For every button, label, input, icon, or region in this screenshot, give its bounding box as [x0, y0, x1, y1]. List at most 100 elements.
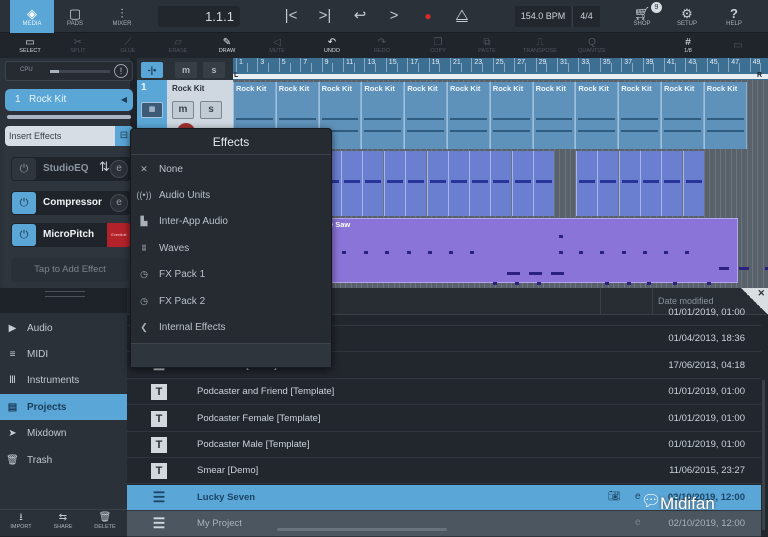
drum-clip[interactable]: Rock Kit — [404, 82, 447, 149]
track-header[interactable]: 1 ▦ Rock Kit m s — [137, 80, 233, 133]
effect-slot[interactable]: ⏻ Compressor e — [11, 191, 131, 215]
project-row[interactable]: ☰ My Project 02/10/2019, 12:00 e — [127, 511, 761, 537]
setup-button[interactable]: ⚙ SETUP — [665, 0, 709, 33]
select-tool[interactable]: ▭ SELECT — [10, 33, 50, 58]
media-button[interactable]: ◈ MEDIA — [10, 0, 54, 33]
bass-clip[interactable] — [597, 151, 618, 216]
category-instruments[interactable]: Ⅲ Instruments — [0, 368, 127, 394]
rewind-to-start-button[interactable]: |< — [280, 5, 302, 27]
help-button[interactable]: ? HELP — [712, 0, 756, 33]
bass-clip[interactable] — [661, 151, 682, 216]
edit-icon[interactable]: e — [110, 160, 128, 178]
bass-clip[interactable] — [533, 151, 554, 216]
edit-icon[interactable]: e — [110, 194, 128, 212]
right-locator[interactable]: R — [757, 72, 762, 79]
effects-menu-item[interactable]: ((•)) Audio Units — [135, 183, 325, 207]
drum-clip[interactable]: Rock Kit — [618, 82, 661, 149]
skip-to-end-button[interactable]: >| — [314, 5, 336, 27]
synth-clip[interactable]: e Saw — [326, 218, 768, 285]
split-tool[interactable]: ✂ SPLIT — [58, 33, 98, 58]
bass-clip[interactable] — [448, 151, 469, 216]
bass-clip[interactable] — [619, 151, 640, 216]
grid-button[interactable]: #1/8 — [668, 33, 708, 58]
global-mute-button[interactable]: m — [175, 62, 197, 78]
bass-clip[interactable] — [427, 151, 448, 216]
drum-clip[interactable]: Rock Kit — [575, 82, 619, 149]
undo-button[interactable]: ↶ UNDO — [312, 33, 352, 58]
bass-clip[interactable] — [341, 151, 362, 216]
effects-menu-item[interactable]: ▙ Inter-App Audio — [135, 210, 325, 234]
resize-grip[interactable] — [45, 291, 85, 297]
position-display[interactable]: 1.1.1 — [158, 6, 240, 27]
power-icon[interactable]: ⏻ — [12, 224, 36, 246]
track-mute-button[interactable]: m — [172, 101, 194, 119]
copy-button[interactable]: ❐ COPY — [418, 33, 458, 58]
erase-tool[interactable]: ▱ ERASE — [158, 33, 198, 58]
track-name-selector[interactable]: 1 Rock Kit ◀ — [5, 89, 133, 111]
loop-button[interactable]: ↩ — [349, 5, 371, 27]
bass-clip[interactable] — [490, 151, 511, 216]
effects-menu-item[interactable]: ✕ None — [135, 157, 325, 181]
transpose-button[interactable]: ⎍ TRANSPOSE — [520, 33, 560, 58]
add-effect-button[interactable]: Tap to Add Effect — [11, 258, 129, 282]
bass-clip[interactable] — [576, 151, 597, 216]
effect-slot[interactable]: ⏻ StudioEQ ⇅ e — [11, 157, 131, 181]
draw-tool[interactable]: ✎ DRAW — [207, 33, 247, 58]
glue-tool[interactable]: ⟋ GLUE — [108, 33, 148, 58]
delete-button[interactable]: 🗑︎ DELETE — [84, 512, 126, 536]
drum-clip[interactable]: Rock Kit — [661, 82, 704, 149]
drum-clip[interactable]: Rock Kit — [532, 82, 576, 149]
reorder-icon[interactable]: ⇅ — [99, 159, 110, 175]
paste-button[interactable]: ⧉ PASTE — [467, 33, 507, 58]
tempo-display[interactable]: 154.0 BPM — [515, 6, 571, 27]
insert-effects-header[interactable]: Insert Effects ⊟ — [5, 126, 133, 146]
mixer-button[interactable]: ⫶ MIXER — [100, 0, 144, 33]
edit-icon[interactable]: e — [635, 517, 641, 528]
category-trash[interactable]: 🗑︎ Trash — [0, 447, 127, 473]
bass-clip[interactable] — [512, 151, 533, 216]
drum-clip[interactable]: Rock Kit — [489, 82, 533, 149]
effects-menu-item[interactable]: ❮ Internal Effects — [135, 315, 325, 339]
quantize-button[interactable]: Q QUANTIZE — [572, 33, 612, 58]
power-icon[interactable]: ⏻ — [12, 192, 36, 214]
project-row[interactable]: T Podcaster Female [Template] 01/01/2019, … — [127, 406, 761, 432]
effects-menu-item[interactable]: ◷ FX Pack 1 — [135, 263, 325, 287]
loop-range[interactable] — [233, 74, 768, 79]
category-audio[interactable]: ▶ Audio — [0, 315, 127, 341]
play-button[interactable]: > — [383, 5, 405, 27]
warning-icon[interactable]: ! — [114, 64, 128, 78]
bass-clip[interactable] — [405, 151, 426, 216]
mute-tool[interactable]: ◁ MUTE — [257, 33, 297, 58]
bass-clip[interactable] — [469, 151, 490, 216]
metronome-button[interactable]: ⧋ — [451, 5, 473, 27]
record-button[interactable]: ● — [417, 5, 439, 27]
bass-clip[interactable] — [640, 151, 661, 216]
horizontal-scrollbar[interactable] — [277, 528, 447, 531]
track-view-toggle[interactable]: -|• — [141, 62, 163, 78]
eventide-logo[interactable]: Eventide — [107, 223, 131, 247]
category-midi[interactable]: ≡ MIDI — [0, 341, 127, 367]
camera-icon[interactable]: 📷︎ — [608, 491, 621, 502]
power-icon[interactable]: ⏻ — [12, 158, 36, 180]
drum-clip[interactable]: Rock Kit — [447, 82, 490, 149]
screen-button[interactable]: ▭ — [718, 33, 758, 58]
project-row[interactable]: T Smear [Demo] 11/06/2015, 23:27 — [127, 458, 761, 485]
category-mixdown[interactable]: ➤ Mixdown — [0, 421, 127, 447]
category-projects[interactable]: ▤ Projects — [0, 394, 127, 421]
effect-slot[interactable]: ⏻ MicroPitch Eventide — [11, 223, 131, 247]
vertical-scrollbar[interactable] — [762, 380, 765, 530]
project-row[interactable]: T Podcaster and Friend [Template] 01/01/20… — [127, 379, 761, 406]
bass-clip[interactable] — [384, 151, 405, 216]
bass-clip[interactable] — [362, 151, 383, 216]
drum-clip[interactable]: Rock Kit — [703, 82, 747, 149]
effects-menu-item[interactable]: ʬ Waves — [135, 236, 325, 260]
project-row[interactable]: T Podcaster Male [Template] 01/01/2019, 01… — [127, 432, 761, 458]
edit-icon[interactable]: e — [635, 491, 641, 502]
track-solo-button[interactable]: s — [200, 101, 222, 119]
track-volume-bar[interactable] — [7, 115, 131, 119]
time-signature-display[interactable]: 4/4 — [572, 6, 600, 27]
global-solo-button[interactable]: s — [203, 62, 225, 78]
share-button[interactable]: ⇆ SHARE — [42, 512, 84, 536]
effects-menu-item[interactable]: ◷ FX Pack 2 — [135, 289, 325, 313]
left-locator[interactable]: L — [234, 72, 238, 79]
